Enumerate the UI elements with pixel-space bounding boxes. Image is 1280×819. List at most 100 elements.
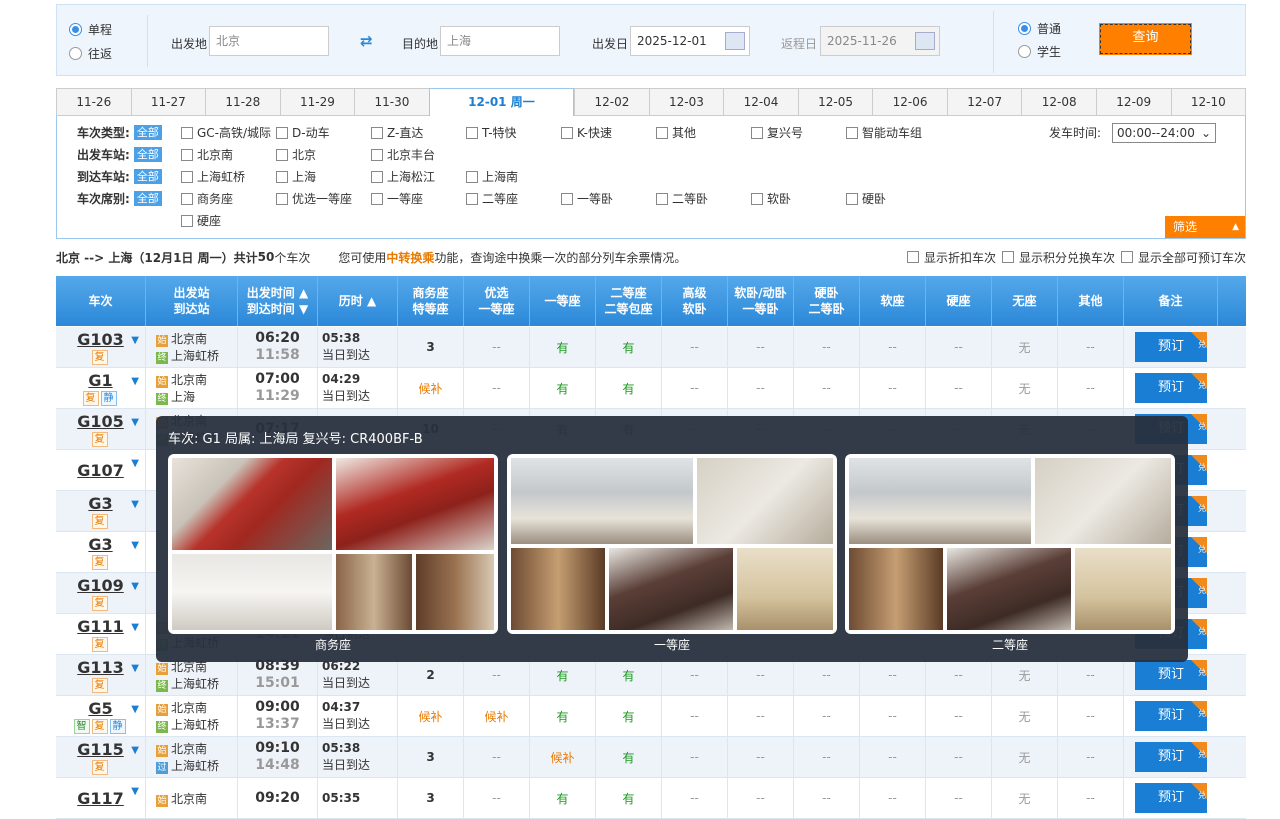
trip-roundtrip-radio[interactable]: 往返	[69, 45, 112, 62]
all-types-button[interactable]: 全部	[133, 125, 162, 140]
seat-cell[interactable]: 有	[596, 368, 662, 408]
date-tab[interactable]: 11-28	[205, 88, 280, 116]
seat-cell[interactable]: 候补	[530, 737, 596, 777]
train-number-link[interactable]: G103	[77, 330, 124, 349]
train-number-link[interactable]: G1	[88, 371, 112, 390]
filter-checkbox[interactable]: 智能动车组	[846, 124, 922, 141]
option-checkbox[interactable]: 显示折扣车次	[906, 249, 996, 266]
date-tab[interactable]: 12-05	[797, 88, 873, 116]
seat-cell[interactable]: 有	[596, 737, 662, 777]
return-date-input[interactable]: 2025-11-26	[820, 26, 940, 56]
all-seats-button[interactable]: 全部	[133, 191, 162, 206]
depart-time-select[interactable]: 00:00--24:00 ⌄	[1112, 123, 1216, 143]
transfer-link[interactable]: 中转换乘	[386, 249, 434, 266]
expand-stops-icon[interactable]: ▼	[131, 622, 139, 633]
from-input[interactable]: 北京	[209, 26, 329, 56]
filter-checkbox[interactable]: 硬卧	[846, 190, 886, 207]
seat-cell[interactable]: 有	[596, 696, 662, 736]
filter-checkbox[interactable]: 上海南	[466, 168, 518, 185]
date-tab[interactable]: 11-27	[130, 88, 206, 116]
swap-icon[interactable]: ⇄	[360, 33, 380, 49]
date-tab[interactable]: 11-30	[354, 88, 429, 116]
calendar-icon[interactable]	[915, 32, 935, 50]
filter-checkbox[interactable]: 一等卧	[561, 190, 613, 207]
filter-checkbox[interactable]: 上海虹桥	[181, 168, 245, 185]
expand-stops-icon[interactable]: ▼	[131, 745, 139, 756]
trip-oneway-radio[interactable]: 单程	[69, 21, 112, 38]
seat-cell[interactable]: 有	[530, 368, 596, 408]
seat-cell[interactable]: 3	[398, 737, 464, 777]
train-number-link[interactable]: G105	[77, 412, 124, 431]
train-number-link[interactable]: G3	[88, 535, 112, 554]
date-tab[interactable]: 12-02	[574, 88, 649, 116]
depart-date-input[interactable]: 2025-12-01	[630, 26, 750, 56]
date-tab[interactable]: 12-06	[872, 88, 947, 116]
passenger-normal-radio[interactable]: 普通	[1018, 20, 1061, 37]
expand-stops-icon[interactable]: ▼	[131, 458, 139, 469]
expand-stops-icon[interactable]: ▼	[131, 704, 139, 715]
book-button[interactable]: 预订 兑	[1135, 373, 1207, 403]
date-tab[interactable]: 11-29	[279, 88, 355, 116]
train-number-link[interactable]: G117	[77, 789, 124, 808]
train-number-link[interactable]: G5	[88, 699, 112, 718]
filter-checkbox[interactable]: K-快速	[561, 124, 612, 141]
filter-checkbox[interactable]: 商务座	[181, 190, 233, 207]
query-button[interactable]: 查询	[1099, 23, 1192, 55]
train-number-link[interactable]: G115	[77, 740, 124, 759]
seat-cell[interactable]: 候补	[398, 368, 464, 408]
option-checkbox[interactable]: 显示积分兑换车次	[1001, 249, 1115, 266]
column-header[interactable]: 出发时间 ▲ 到达时间 ▼	[238, 276, 318, 326]
seat-cell[interactable]: 有	[530, 778, 596, 818]
train-number-link[interactable]: G107	[77, 461, 124, 480]
filter-checkbox[interactable]: 北京丰台	[371, 146, 435, 163]
date-tab[interactable]: 12-03	[648, 88, 724, 116]
seat-cell[interactable]: 候补	[398, 696, 464, 736]
expand-stops-icon[interactable]: ▼	[131, 663, 139, 674]
filter-button[interactable]: 筛选 ▲	[1165, 216, 1245, 238]
date-tab[interactable]: 12-09	[1095, 88, 1171, 116]
date-tab[interactable]: 12-04	[723, 88, 798, 116]
date-tab[interactable]: 12-07	[946, 88, 1022, 116]
filter-checkbox[interactable]: T-特快	[466, 124, 517, 141]
expand-stops-icon[interactable]: ▼	[131, 499, 139, 510]
expand-stops-icon[interactable]: ▼	[131, 335, 139, 346]
seat-cell[interactable]: 候补	[464, 696, 530, 736]
book-button[interactable]: 预订 兑	[1135, 742, 1207, 772]
all-to-button[interactable]: 全部	[133, 169, 162, 184]
to-input[interactable]: 上海	[440, 26, 560, 56]
filter-checkbox[interactable]: 复兴号	[751, 124, 803, 141]
filter-checkbox[interactable]: 其他	[656, 124, 696, 141]
column-header[interactable]: 历时 ▲	[318, 276, 398, 326]
calendar-icon[interactable]	[725, 32, 745, 50]
passenger-student-radio[interactable]: 学生	[1018, 43, 1061, 60]
date-tab[interactable]: 11-26	[56, 88, 131, 116]
expand-stops-icon[interactable]: ▼	[131, 540, 139, 551]
filter-checkbox[interactable]: 二等座	[466, 190, 518, 207]
train-number-link[interactable]: G3	[88, 494, 112, 513]
option-checkbox[interactable]: 显示全部可预订车次	[1120, 249, 1246, 266]
seat-cell[interactable]: 有	[596, 327, 662, 367]
book-button[interactable]: 预订 兑	[1135, 701, 1207, 731]
book-button[interactable]: 预订 兑	[1135, 332, 1207, 362]
expand-stops-icon[interactable]: ▼	[131, 376, 139, 387]
train-number-link[interactable]: G111	[77, 617, 124, 636]
book-button[interactable]: 预订 兑	[1135, 660, 1207, 690]
filter-checkbox[interactable]: 二等卧	[656, 190, 708, 207]
filter-checkbox[interactable]: D-动车	[276, 124, 330, 141]
expand-stops-icon[interactable]: ▼	[131, 581, 139, 592]
filter-checkbox[interactable]: 硬座	[181, 212, 221, 229]
expand-stops-icon[interactable]: ▼	[131, 786, 139, 797]
filter-checkbox[interactable]: 一等座	[371, 190, 423, 207]
filter-checkbox[interactable]: 北京	[276, 146, 316, 163]
train-number-link[interactable]: G109	[77, 576, 124, 595]
seat-cell[interactable]: 3	[398, 778, 464, 818]
filter-checkbox[interactable]: Z-直达	[371, 124, 423, 141]
seat-cell[interactable]: 3	[398, 327, 464, 367]
filter-checkbox[interactable]: 上海	[276, 168, 316, 185]
date-tab-active[interactable]: 12-01 周一	[428, 88, 575, 117]
filter-checkbox[interactable]: 软卧	[751, 190, 791, 207]
date-tab[interactable]: 12-08	[1021, 88, 1096, 116]
all-from-button[interactable]: 全部	[133, 147, 162, 162]
filter-checkbox[interactable]: 优选一等座	[276, 190, 352, 207]
date-tab[interactable]: 12-10	[1170, 88, 1247, 116]
